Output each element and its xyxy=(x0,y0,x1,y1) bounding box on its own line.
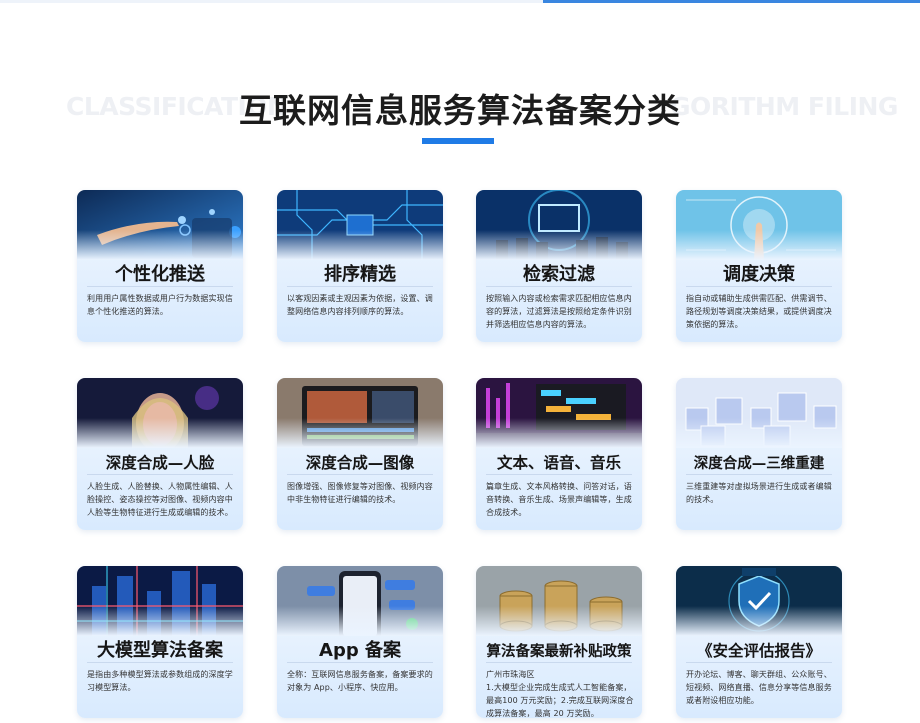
image-fade xyxy=(476,418,642,448)
divider xyxy=(87,662,233,663)
card-description: 按照输入内容或检索需求匹配相应信息内容的算法，过滤算法是按照给定条件识别并筛选相… xyxy=(486,294,632,329)
image-fade xyxy=(277,418,443,448)
divider xyxy=(686,474,832,475)
card-title: 深度合成—三维重建 xyxy=(693,456,825,472)
card-deep-synthesis-face[interactable]: 深度合成—人脸 人脸生成、人脸替换、人物属性编辑、人脸操控、姿态操控等对图像、视… xyxy=(77,378,243,530)
card-title: 个性化推送 xyxy=(115,264,205,285)
card-title: 检索过滤 xyxy=(523,264,595,285)
image-fade xyxy=(77,418,243,448)
page-title: 互联网信息服务算法备案分类 xyxy=(239,91,681,130)
image-fade xyxy=(476,230,642,260)
card-description: 开办论坛、博客、聊天群组、公众账号、短视频、网络直播、信息分享等信息服务或者附设… xyxy=(686,670,832,705)
card-title: 排序精选 xyxy=(324,264,396,285)
card-title: 算法备案最新补贴政策 xyxy=(486,644,632,660)
card-description: 篇章生成、文本风格转换、问答对话，语音转换、音乐生成、场景声编辑等，生成合成技术… xyxy=(486,482,632,517)
image-fade xyxy=(476,606,642,636)
divider xyxy=(686,662,832,663)
card-description: 全称：互联网信息服务备案，备案要求的对象为 App、小程序、快应用。 xyxy=(287,670,433,692)
card-security-report[interactable]: 《安全评估报告》 开办论坛、博客、聊天群组、公众账号、短视频、网络直播、信息分享… xyxy=(676,566,842,718)
card-large-model-filing[interactable]: 大模型算法备案 是指由多种模型算法或参数组成的深度学习模型算法。 xyxy=(77,566,243,718)
card-text-voice-music[interactable]: 文本、语音、音乐 篇章生成、文本风格转换、问答对话，语音转换、音乐生成、场景声编… xyxy=(476,378,642,530)
card-personalized-push[interactable]: 个性化推送 利用用户属性数据或用户行为数据实现信息个性化推送的算法。 xyxy=(77,190,243,342)
card-description: 图像增强、图像修复等对图像、视频内容中非生物特征进行编辑的技术。 xyxy=(287,482,433,504)
card-title: 深度合成—人脸 xyxy=(105,454,215,472)
title-underline xyxy=(422,138,494,144)
image-fade xyxy=(676,418,842,448)
card-description: 利用用户属性数据或用户行为数据实现信息个性化推送的算法。 xyxy=(87,294,233,316)
card-description: 指自动或辅助生成供需匹配、供需调节、路径规划等调度决策结果，或提供调度决策依据的… xyxy=(686,294,832,329)
subsidy-region: 广州市珠海区 xyxy=(486,670,535,679)
subsidy-details: 1.大模型企业完成生成式人工智能备案，最高100 万元奖励；2.完成互联网深度合… xyxy=(486,683,634,718)
card-title: App 备案 xyxy=(319,640,401,661)
card-title: 调度决策 xyxy=(723,264,795,285)
card-search-filter[interactable]: 检索过滤 按照输入内容或检索需求匹配相应信息内容的算法，过滤算法是按照给定条件识… xyxy=(476,190,642,342)
card-description: 三维重建等对虚拟场景进行生成或者编辑的技术。 xyxy=(686,482,832,504)
image-fade xyxy=(676,606,842,636)
divider xyxy=(486,286,632,287)
divider xyxy=(486,662,632,663)
image-fade xyxy=(277,606,443,636)
divider xyxy=(686,286,832,287)
card-title: 文本、语音、音乐 xyxy=(496,454,621,472)
card-description: 广州市珠海区 1.大模型企业完成生成式人工智能备案，最高100 万元奖励；2.完… xyxy=(486,668,634,718)
image-fade xyxy=(277,230,443,260)
card-title: 大模型算法备案 xyxy=(97,640,223,661)
card-app-filing[interactable]: App 备案 全称：互联网信息服务备案，备案要求的对象为 App、小程序、快应用… xyxy=(277,566,443,718)
divider xyxy=(287,286,433,287)
card-description: 人脸生成、人脸替换、人物属性编辑、人脸操控、姿态操控等对图像、视频内容中人脸等生… xyxy=(87,482,233,517)
image-fade xyxy=(676,230,842,260)
card-subsidy-policy[interactable]: 算法备案最新补贴政策 广州市珠海区 1.大模型企业完成生成式人工智能备案，最高1… xyxy=(476,566,642,718)
card-deep-synthesis-image[interactable]: 深度合成—图像 图像增强、图像修复等对图像、视频内容中非生物特征进行编辑的技术。 xyxy=(277,378,443,530)
card-title: 深度合成—图像 xyxy=(305,454,415,472)
top-bar-accent xyxy=(543,0,920,3)
divider xyxy=(87,286,233,287)
card-description: 是指由多种模型算法或参数组成的深度学习模型算法。 xyxy=(87,670,233,692)
divider xyxy=(87,474,233,475)
divider xyxy=(486,474,632,475)
divider xyxy=(287,662,433,663)
card-ranking-selection[interactable]: 排序精选 以客观因素或主观因素为依据，设置、调整网络信息内容排列顺序的算法。 xyxy=(277,190,443,342)
divider xyxy=(287,474,433,475)
card-title: 《安全评估报告》 xyxy=(696,642,821,660)
image-fade xyxy=(77,606,243,636)
card-description: 以客观因素或主观因素为依据，设置、调整网络信息内容排列顺序的算法。 xyxy=(287,294,433,316)
image-fade xyxy=(77,230,243,260)
card-deep-synthesis-3d[interactable]: 深度合成—三维重建 三维重建等对虚拟场景进行生成或者编辑的技术。 xyxy=(676,378,842,530)
card-scheduling-decision[interactable]: 调度决策 指自动或辅助生成供需匹配、供需调节、路径规划等调度决策结果，或提供调度… xyxy=(676,190,842,342)
